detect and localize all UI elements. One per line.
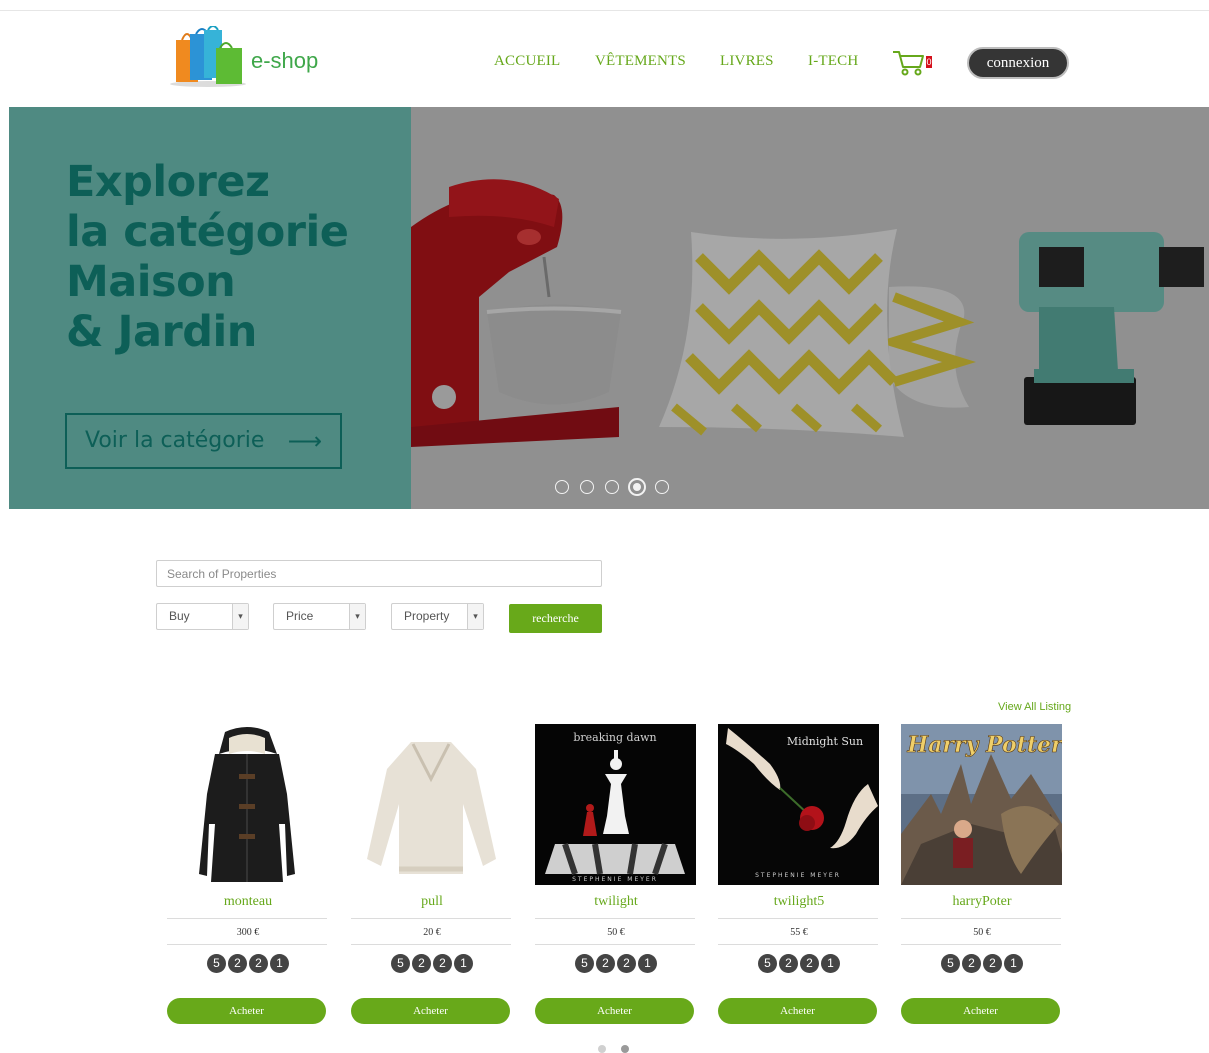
cover-title: Midnight Sun	[787, 735, 863, 748]
rating-badges: 5221	[535, 954, 697, 973]
rating-badge: 1	[270, 954, 289, 973]
product-price: 300 €	[236, 927, 260, 938]
divider	[901, 944, 1061, 945]
carousel-dot-active[interactable]	[628, 478, 646, 496]
product-image-sweater[interactable]	[351, 724, 512, 885]
rating-badges: 5221	[351, 954, 513, 973]
top-divider	[0, 10, 1209, 11]
divider	[718, 918, 878, 919]
rating-badge: 5	[207, 954, 226, 973]
chevron-down-icon: ▾	[467, 604, 483, 629]
carousel-dot[interactable]	[580, 480, 594, 494]
brand-name: e-shop	[251, 48, 319, 73]
product-name[interactable]: pull	[351, 894, 513, 910]
search-input[interactable]	[156, 560, 602, 587]
nav-itech[interactable]: I-TECH	[808, 53, 858, 70]
rating-badge: 2	[617, 954, 636, 973]
product-name[interactable]: harryPoter	[901, 894, 1063, 910]
divider	[901, 918, 1061, 919]
buy-select-value: Buy	[169, 609, 190, 623]
rating-badges: 5221	[167, 954, 329, 973]
view-all-listing-link[interactable]: View All Listing	[998, 701, 1071, 713]
cover-author: STEPHENIE MEYER	[755, 872, 841, 879]
carousel-dot[interactable]	[605, 480, 619, 494]
hero-title-line: Maison	[66, 257, 236, 307]
view-category-label: Voir la catégorie	[85, 428, 265, 453]
cover-author: STEPHENIE MEYER	[572, 876, 658, 883]
divider	[718, 944, 878, 945]
rating-badge: 2	[249, 954, 268, 973]
buy-select[interactable]: Buy ▾	[156, 603, 249, 630]
rating-badge: 2	[779, 954, 798, 973]
rating-badge: 5	[575, 954, 594, 973]
chevron-down-icon: ▾	[232, 604, 248, 629]
rating-badges: 5221	[901, 954, 1063, 973]
buy-button[interactable]: Acheter	[167, 998, 326, 1024]
divider	[535, 918, 695, 919]
login-button[interactable]: connexion	[967, 47, 1069, 79]
carousel-dot[interactable]	[655, 480, 669, 494]
rating-badge: 1	[454, 954, 473, 973]
logo[interactable]: e-shop	[168, 25, 328, 88]
shopping-bags-icon	[170, 25, 246, 87]
cart-count-badge: 0	[926, 56, 932, 68]
arrow-right-icon: ⟶	[287, 427, 322, 455]
price-select[interactable]: Price ▾	[273, 603, 366, 630]
buy-button[interactable]: Acheter	[351, 998, 510, 1024]
carousel-dot[interactable]	[555, 480, 569, 494]
hero-title-line: & Jardin	[66, 307, 257, 357]
buy-button[interactable]: Acheter	[901, 998, 1060, 1024]
rating-badges: 5221	[718, 954, 880, 973]
cover-title: breaking dawn	[573, 731, 656, 744]
search-button[interactable]: recherche	[509, 604, 602, 633]
rating-badge: 5	[941, 954, 960, 973]
product-name[interactable]: monteau	[167, 894, 329, 910]
product-image-midnight-sun[interactable]: Midnight Sun STEPHENIE MEYER	[718, 724, 879, 885]
product-name[interactable]: twilight5	[718, 894, 880, 910]
buy-button[interactable]: Acheter	[535, 998, 694, 1024]
product-price: 20 €	[423, 927, 441, 938]
hero-title-line: Explorez	[66, 157, 270, 207]
hero-title-line: la catégorie	[66, 207, 349, 257]
product-image-breaking-dawn[interactable]: breaking dawn STEPHENIE MEYER	[535, 724, 696, 885]
nav-livres[interactable]: LIVRES	[720, 53, 774, 70]
view-category-button[interactable]: Voir la catégorie ⟶	[65, 413, 342, 469]
carousel-indicators	[555, 478, 685, 498]
price-select-value: Price	[286, 609, 314, 623]
product-price: 55 €	[790, 927, 808, 938]
chevron-down-icon: ▾	[349, 604, 365, 629]
divider	[535, 944, 695, 945]
hero-title: Explorez la catégorie Maison & Jardin	[66, 157, 406, 357]
property-select-value: Property	[404, 609, 450, 623]
nav-vetements[interactable]: VÊTEMENTS	[595, 53, 686, 70]
rating-badge: 1	[638, 954, 657, 973]
rating-badge: 2	[800, 954, 819, 973]
nav-accueil[interactable]: ACCUEIL	[494, 53, 560, 70]
product-image-coat[interactable]	[167, 724, 328, 885]
hero-carousel: Explorez la catégorie Maison & Jardin Vo…	[9, 107, 1209, 509]
divider	[351, 944, 511, 945]
rating-badge: 5	[391, 954, 410, 973]
rating-badge: 2	[228, 954, 247, 973]
divider	[167, 944, 327, 945]
product-price: 50 €	[607, 927, 625, 938]
rating-badge: 1	[821, 954, 840, 973]
product-name[interactable]: twilight	[535, 894, 697, 910]
divider	[351, 918, 511, 919]
rating-badge: 2	[433, 954, 452, 973]
product-image-harry-potter[interactable]: Harry Potter	[901, 724, 1062, 885]
rating-badge: 2	[983, 954, 1002, 973]
rating-badge: 5	[758, 954, 777, 973]
rating-badge: 1	[1004, 954, 1023, 973]
product-price: 50 €	[973, 927, 991, 938]
property-select[interactable]: Property ▾	[391, 603, 484, 630]
cart-button[interactable]: 0	[892, 49, 936, 77]
buy-button[interactable]: Acheter	[718, 998, 877, 1024]
rating-badge: 2	[412, 954, 431, 973]
cover-title: Harry Potter	[906, 732, 1062, 758]
divider	[167, 918, 327, 919]
cart-icon	[893, 51, 924, 76]
rating-badge: 2	[596, 954, 615, 973]
rating-badge: 2	[962, 954, 981, 973]
